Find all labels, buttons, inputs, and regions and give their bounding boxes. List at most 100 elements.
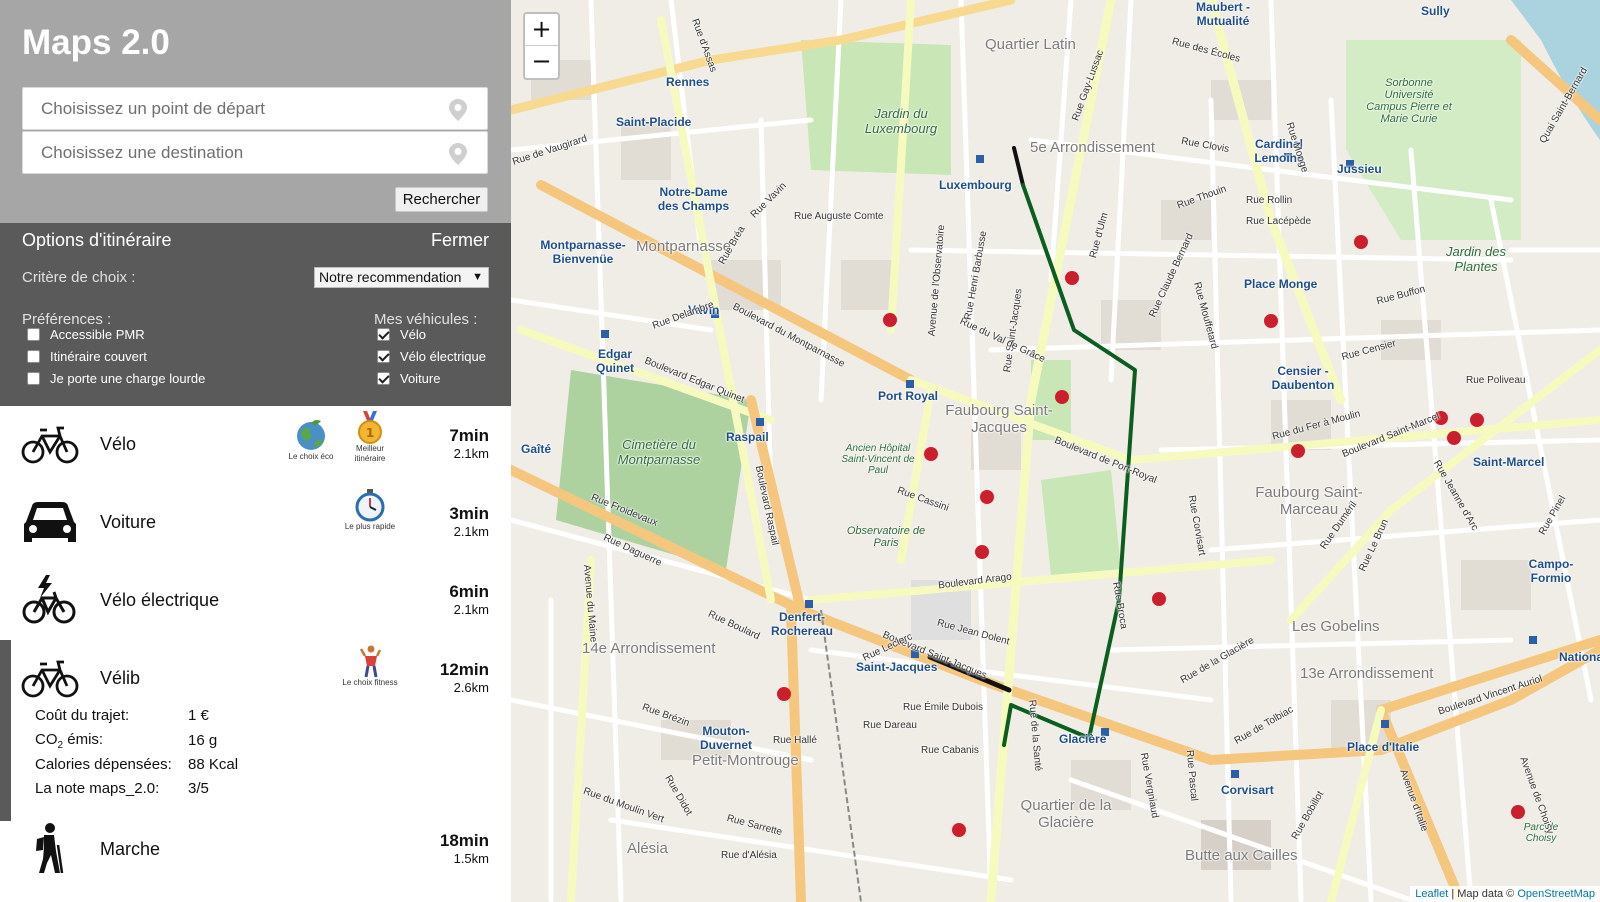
pref-accessible-pmr[interactable]: Accessible PMR: [27, 324, 145, 344]
station-label: Corvisart: [1221, 783, 1274, 797]
start-field[interactable]: [22, 87, 488, 130]
street-label: Rue Hallé: [773, 735, 817, 746]
checkbox-label: Itinéraire couvert: [50, 348, 147, 364]
dropdown-caret-icon: ▼: [472, 271, 483, 283]
checkbox-label: Je porte une charge lourde: [50, 370, 206, 386]
search-button[interactable]: Rechercher: [395, 187, 488, 212]
route-distance: 2.1km: [453, 602, 489, 617]
checkbox[interactable]: [27, 327, 40, 341]
vehicle-ebike[interactable]: Vélo électrique: [377, 346, 486, 366]
route-option-velo-electrique[interactable]: Vélo électrique 6min 2.1km: [0, 562, 511, 640]
fastest-badge: Le plus rapide: [340, 488, 400, 532]
route-distance: 2.6km: [453, 680, 489, 695]
earth-icon: [297, 420, 325, 450]
street-label: Rue Cabanis: [921, 745, 979, 756]
calories-value: 88 Kcal: [188, 756, 239, 773]
district-label: 13e Arrondissement: [1300, 665, 1434, 682]
checkbox[interactable]: [27, 349, 40, 363]
station-label: Luxembourg: [939, 178, 1012, 192]
vehicle-car[interactable]: Voiture: [377, 368, 440, 388]
map-attribution: Leaflet | Map data © OpenStreetMap: [1410, 886, 1600, 902]
openstreetmap-link[interactable]: OpenStreetMap: [1517, 888, 1595, 900]
destination-field[interactable]: [22, 131, 488, 174]
options-title: Options d'itinéraire: [22, 230, 172, 250]
best-route-badge: 1 Meilleur itinéraire: [340, 410, 400, 464]
zoom-in-button[interactable]: +: [525, 14, 558, 46]
park-label: Cimetière du Montparnasse: [617, 437, 701, 467]
location-pin-icon[interactable]: [449, 99, 467, 121]
pref-heavy-load[interactable]: Je porte une charge lourde: [27, 368, 205, 388]
district-label: Butte aux Cailles: [1185, 847, 1298, 864]
start-input[interactable]: [23, 88, 443, 129]
badge-label: Le choix fitness: [342, 678, 398, 687]
station-label: Glacière: [1059, 732, 1107, 746]
station-label: Place d'Italie: [1347, 740, 1420, 754]
vehicle-bike[interactable]: Vélo: [377, 324, 426, 344]
checkbox-label: Voiture: [400, 370, 441, 386]
district-label: Montparnasse: [636, 238, 732, 255]
station-label: Sully: [1421, 4, 1450, 18]
park-label: Jardin des Plantes: [1446, 244, 1506, 274]
route-results: Vélo Le choix éco 1 Meilleur itinéraire: [0, 406, 511, 902]
route-option-voiture[interactable]: Voiture Le plus rapide 3min 2.1km: [0, 484, 511, 562]
eco-badge: Le choix éco: [281, 418, 341, 462]
checkbox-label: Accessible PMR: [50, 326, 145, 342]
route-option-marche[interactable]: Marche 18min 1.5km: [0, 811, 511, 889]
criterion-select[interactable]: Notre recommendation ▼: [314, 267, 489, 288]
station-label: Saint-Marcel: [1473, 455, 1545, 469]
checkbox-checked[interactable]: [377, 327, 390, 341]
app-title: Maps 2.0: [22, 23, 170, 62]
leaflet-link[interactable]: Leaflet: [1415, 888, 1448, 900]
station-label: Edgar Quinet: [596, 347, 634, 375]
route-duration: 12min: [439, 660, 489, 679]
stopwatch-icon: [355, 489, 385, 522]
checkbox[interactable]: [27, 371, 40, 385]
district-label: Petit-Montrouge: [692, 752, 799, 769]
search-panel: Maps 2.0 Rechercher: [0, 0, 511, 223]
cost-label: Coût du trajet:: [35, 707, 130, 724]
bicycle-icon: [21, 660, 79, 698]
sidebar: Maps 2.0 Rechercher Options d'itinéraire…: [0, 0, 511, 902]
station-label: Port Royal: [878, 389, 939, 403]
badge-label: Meilleur itinéraire: [354, 444, 386, 463]
destination-input[interactable]: [23, 132, 443, 173]
street-label: Rue Émile Dubois: [903, 702, 984, 713]
zoom-out-button[interactable]: −: [525, 46, 558, 78]
pref-covered-route[interactable]: Itinéraire couvert: [27, 346, 147, 366]
station-label: Denfert-Rochereau: [770, 610, 834, 638]
cost-value: 1 €: [188, 707, 209, 724]
car-icon: [24, 502, 76, 542]
checkbox-checked[interactable]: [377, 371, 390, 385]
street-label: Rue Lacépède: [1246, 216, 1312, 227]
map[interactable]: Quartier Latin 5e Arrondissement Montpar…: [511, 0, 1600, 902]
station-label: Jussieu: [1337, 162, 1382, 176]
bicycle-icon: [21, 426, 79, 464]
fitness-badge: Le choix fitness: [340, 644, 400, 688]
co2-main: CO: [35, 731, 58, 748]
station-label: Place Monge: [1244, 277, 1318, 291]
park-label: Ancien Hôpital Saint-Vincent de Paul: [841, 443, 915, 476]
district-label: 5e Arrondissement: [1030, 139, 1156, 156]
park-label: Jardin du Luxembourg: [864, 106, 938, 136]
zoom-control: + −: [523, 12, 560, 80]
electric-bicycle-icon: [22, 575, 76, 624]
location-pin-icon[interactable]: [449, 143, 467, 165]
route-duration: 18min: [439, 831, 489, 850]
checkbox-checked[interactable]: [377, 349, 390, 363]
station-label: Notre-Dame des Champs: [657, 185, 730, 213]
street-label: Rue Dareau: [863, 720, 917, 731]
attribution-text: | Map data ©: [1448, 888, 1518, 900]
route-options-panel: Options d'itinéraire Fermer Critère de c…: [0, 223, 511, 406]
co2-value: 16 g: [188, 732, 218, 749]
route-option-velo[interactable]: Vélo Le choix éco 1 Meilleur itinéraire: [0, 406, 511, 484]
badge-label: Le choix éco: [288, 452, 334, 461]
route-distance: 2.1km: [453, 524, 489, 539]
street-label: Rue Auguste Comte: [794, 211, 884, 222]
mode-label: Voiture: [100, 512, 157, 532]
street-label: Rue d'Alésia: [721, 850, 777, 861]
close-options-button[interactable]: Fermer: [431, 230, 489, 251]
station-label: Maubert - Mutualité: [1196, 0, 1250, 28]
rating-value: 3/5: [188, 780, 209, 797]
district-label: 14e Arrondissement: [582, 640, 716, 657]
route-distance: 1.5km: [453, 851, 489, 866]
